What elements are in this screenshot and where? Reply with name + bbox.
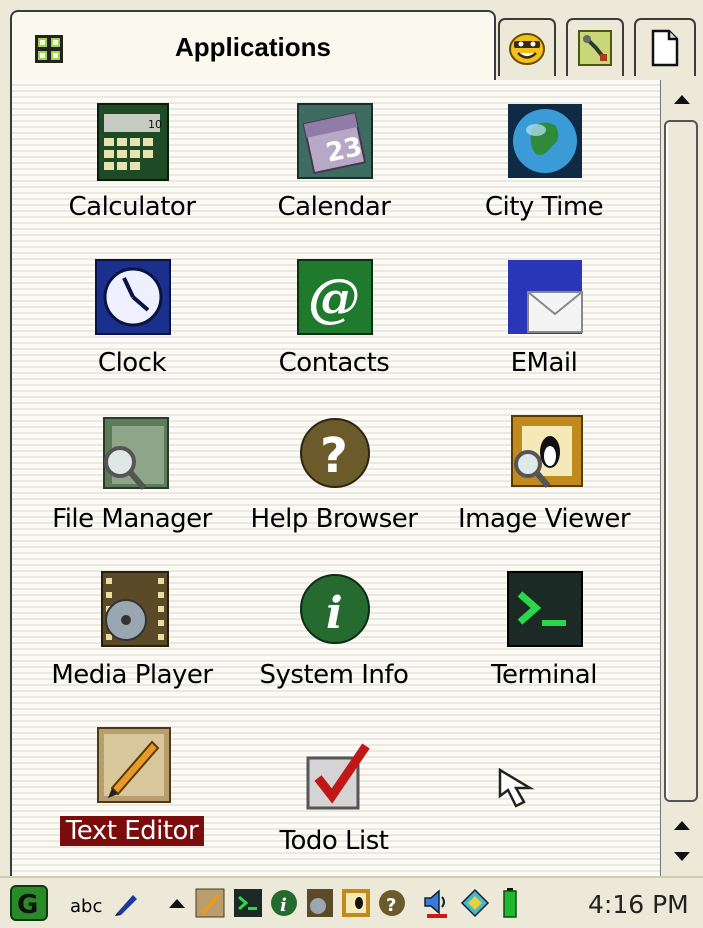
app-email[interactable]: EMail <box>444 244 644 394</box>
clock-icon <box>95 259 171 335</box>
image-viewer-icon <box>342 889 370 917</box>
tab-bar: Applications <box>0 0 703 82</box>
app-clock[interactable]: Clock <box>32 244 232 394</box>
info-icon: i <box>271 890 297 916</box>
calculator-display: 10 <box>148 118 162 131</box>
terminal-icon <box>507 571 583 647</box>
start-button[interactable]: G <box>8 885 50 921</box>
svg-text:G: G <box>17 890 38 920</box>
svg-text:i: i <box>326 588 343 639</box>
calculator-icon: 10 <box>97 103 169 181</box>
checkmark-icon <box>306 743 370 810</box>
tab-applications-label: Applications <box>174 32 331 62</box>
tab-documents[interactable] <box>634 18 696 76</box>
help-icon: ? <box>300 418 370 488</box>
info-icon: i <box>300 574 370 644</box>
app-label: File Manager <box>52 504 212 534</box>
scroll-down-button[interactable] <box>661 840 703 874</box>
taskbar-system-info[interactable]: i <box>268 887 300 919</box>
pencil-icon <box>195 888 225 918</box>
arrow-up-icon <box>674 821 690 830</box>
games-icon <box>509 33 545 65</box>
app-label: Terminal <box>491 660 597 690</box>
app-file-manager[interactable]: File Manager <box>32 400 232 550</box>
app-label: Todo List <box>279 826 390 856</box>
app-city-time[interactable]: City Time <box>444 88 644 238</box>
film-reel-icon <box>101 571 169 647</box>
battery-status[interactable] <box>500 887 520 919</box>
running-apps-menu[interactable] <box>166 887 188 919</box>
calendar-icon: 23 <box>297 103 373 179</box>
scrollbar[interactable] <box>660 80 703 876</box>
svg-text:?: ? <box>320 428 348 484</box>
app-help-browser[interactable]: ? Help Browser <box>234 400 434 550</box>
network-status[interactable] <box>458 887 492 919</box>
tab-games[interactable] <box>498 18 556 76</box>
svg-text:?: ? <box>386 895 396 916</box>
help-icon: ? <box>379 890 405 916</box>
pen-icon <box>115 895 137 916</box>
app-contacts[interactable]: @ Contacts <box>234 244 434 394</box>
mouse-pointer-icon <box>498 767 535 808</box>
input-method-button[interactable] <box>112 887 142 919</box>
taskbar-image-viewer[interactable] <box>340 887 372 919</box>
arrow-down-icon <box>674 852 690 861</box>
app-label: Help Browser <box>250 504 418 534</box>
applications-grid: 10 Calculator 23 Calendar City Time Cloc… <box>10 80 660 876</box>
app-media-player[interactable]: Media Player <box>32 556 232 706</box>
film-reel-icon <box>307 889 333 917</box>
taskbar-help-browser[interactable]: ? <box>376 887 408 919</box>
triangle-up-icon <box>169 899 185 908</box>
app-label: Contacts <box>278 348 390 378</box>
scrollbar-thumb[interactable] <box>664 120 698 802</box>
documents-icon <box>651 29 679 67</box>
scroll-up-button[interactable] <box>661 82 703 116</box>
svg-text:i: i <box>280 895 287 916</box>
battery-icon <box>503 888 517 918</box>
input-method-label[interactable]: abc <box>70 896 102 917</box>
app-image-viewer[interactable]: Image Viewer <box>444 400 644 550</box>
app-label: Calculator <box>68 192 196 222</box>
globe-icon <box>508 104 582 178</box>
qtopia-logo-icon: G <box>10 885 48 921</box>
scroll-up-button-lower[interactable] <box>661 808 703 842</box>
settings-icon <box>578 30 612 66</box>
at-sign-icon: @ <box>297 259 373 335</box>
app-text-editor[interactable]: Text Editor <box>32 712 232 862</box>
app-label: System Info <box>259 660 409 690</box>
tab-applications[interactable]: Applications <box>10 10 496 80</box>
app-label: Media Player <box>51 660 213 690</box>
pencil-icon <box>97 727 171 803</box>
arrow-up-icon <box>674 95 690 104</box>
app-label: Calendar <box>277 192 391 222</box>
taskbar: G abc i ? 4:16 PM <box>0 876 703 928</box>
app-todo-list[interactable]: Todo List <box>234 722 434 872</box>
image-viewer-icon <box>511 415 583 488</box>
volume-control[interactable] <box>420 887 454 919</box>
app-label: Clock <box>97 348 167 378</box>
file-manager-icon <box>103 417 169 490</box>
clock[interactable]: 4:16 PM <box>588 890 689 919</box>
app-calendar[interactable]: 23 Calendar <box>234 88 434 238</box>
app-label: EMail <box>510 348 578 378</box>
taskbar-text-editor[interactable] <box>194 887 226 919</box>
envelope-icon <box>508 260 583 334</box>
speaker-icon <box>424 889 447 918</box>
taskbar-terminal[interactable] <box>232 887 264 919</box>
app-label: Image Viewer <box>457 504 631 534</box>
app-label-selected: Text Editor <box>32 816 232 846</box>
terminal-icon <box>234 889 262 917</box>
app-system-info[interactable]: i System Info <box>234 556 434 706</box>
app-label: City Time <box>484 192 604 222</box>
taskbar-media-player[interactable] <box>304 887 336 919</box>
tab-settings[interactable] <box>566 18 624 76</box>
app-calculator[interactable]: 10 Calculator <box>32 88 232 238</box>
app-terminal[interactable]: Terminal <box>444 556 644 706</box>
svg-text:@: @ <box>308 268 360 329</box>
network-icon <box>460 888 490 918</box>
